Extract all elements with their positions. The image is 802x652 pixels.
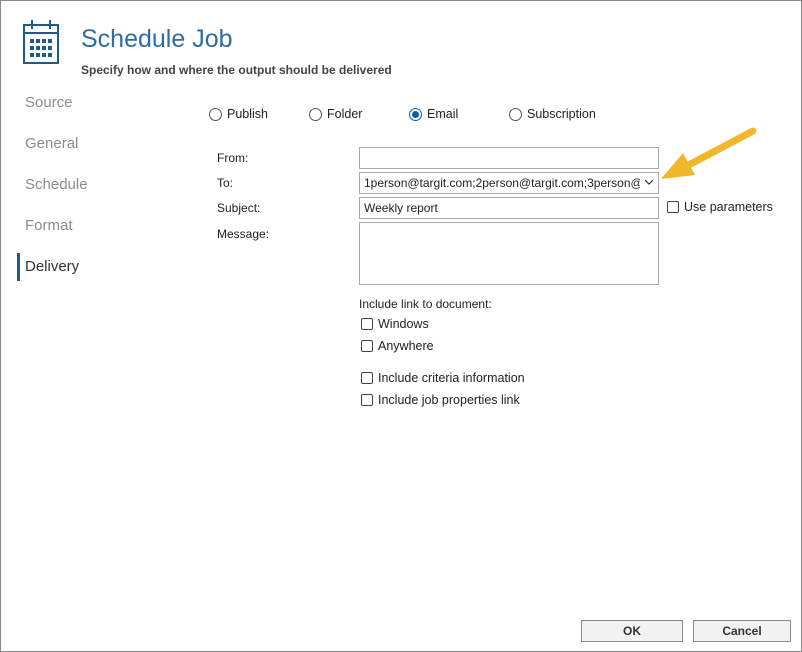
page-title: Schedule Job bbox=[81, 25, 233, 53]
wizard-nav: Source General Schedule Format Delivery bbox=[17, 89, 167, 294]
anywhere-box[interactable] bbox=[361, 340, 373, 352]
subject-field[interactable]: Weekly report bbox=[359, 197, 659, 219]
radio-subscription-circle[interactable] bbox=[509, 107, 522, 121]
use-parameters-label: Use parameters bbox=[684, 200, 773, 214]
radio-email[interactable]: Email bbox=[409, 107, 458, 121]
radio-folder[interactable]: Folder bbox=[309, 107, 362, 121]
include-link-label: Include link to document: bbox=[359, 297, 492, 311]
windows-label: Windows bbox=[378, 317, 429, 331]
radio-email-label: Email bbox=[427, 107, 459, 121]
to-combobox[interactable]: 1person@targit.com;2person@targit.com;3p… bbox=[359, 172, 659, 194]
anywhere-checkbox[interactable]: Anywhere bbox=[361, 339, 434, 353]
message-label: Message: bbox=[217, 227, 270, 241]
radio-email-circle[interactable] bbox=[409, 107, 422, 121]
windows-box[interactable] bbox=[361, 318, 373, 330]
job-properties-box[interactable] bbox=[361, 394, 373, 406]
nav-item-format[interactable]: Format bbox=[17, 212, 167, 253]
cancel-button[interactable]: Cancel bbox=[693, 620, 791, 642]
nav-item-source[interactable]: Source bbox=[17, 89, 167, 130]
chevron-down-icon[interactable] bbox=[644, 177, 654, 187]
message-textarea[interactable] bbox=[359, 222, 659, 285]
criteria-checkbox[interactable]: Include criteria information bbox=[361, 371, 525, 385]
anywhere-label: Anywhere bbox=[378, 339, 434, 353]
subject-label: Subject: bbox=[217, 201, 261, 215]
radio-publish-circle[interactable] bbox=[209, 107, 222, 121]
from-label: From: bbox=[217, 151, 249, 165]
windows-checkbox[interactable]: Windows bbox=[361, 317, 429, 331]
criteria-label: Include criteria information bbox=[378, 371, 525, 385]
annotation-arrow-icon bbox=[661, 127, 757, 179]
radio-subscription-label: Subscription bbox=[527, 107, 596, 121]
radio-subscription[interactable]: Subscription bbox=[509, 107, 596, 121]
from-field[interactable] bbox=[359, 147, 659, 169]
nav-item-schedule[interactable]: Schedule bbox=[17, 171, 167, 212]
to-label: To: bbox=[217, 176, 234, 190]
radio-publish[interactable]: Publish bbox=[209, 107, 268, 121]
to-value: 1person@targit.com;2person@targit.com;3p… bbox=[364, 176, 640, 190]
calendar-icon bbox=[23, 20, 59, 64]
nav-item-delivery[interactable]: Delivery bbox=[17, 253, 167, 294]
job-properties-label: Include job properties link bbox=[378, 393, 520, 407]
use-parameters-checkbox[interactable]: Use parameters bbox=[667, 200, 773, 214]
nav-item-general[interactable]: General bbox=[17, 130, 167, 171]
criteria-box[interactable] bbox=[361, 372, 373, 384]
radio-publish-label: Publish bbox=[227, 107, 268, 121]
job-properties-checkbox[interactable]: Include job properties link bbox=[361, 393, 520, 407]
use-parameters-box[interactable] bbox=[667, 201, 679, 213]
ok-button[interactable]: OK bbox=[581, 620, 683, 642]
schedule-job-dialog: Schedule Job Specify how and where the o… bbox=[0, 0, 802, 652]
radio-folder-circle[interactable] bbox=[309, 107, 322, 121]
radio-folder-label: Folder bbox=[327, 107, 363, 121]
page-subtitle: Specify how and where the output should … bbox=[81, 63, 392, 77]
